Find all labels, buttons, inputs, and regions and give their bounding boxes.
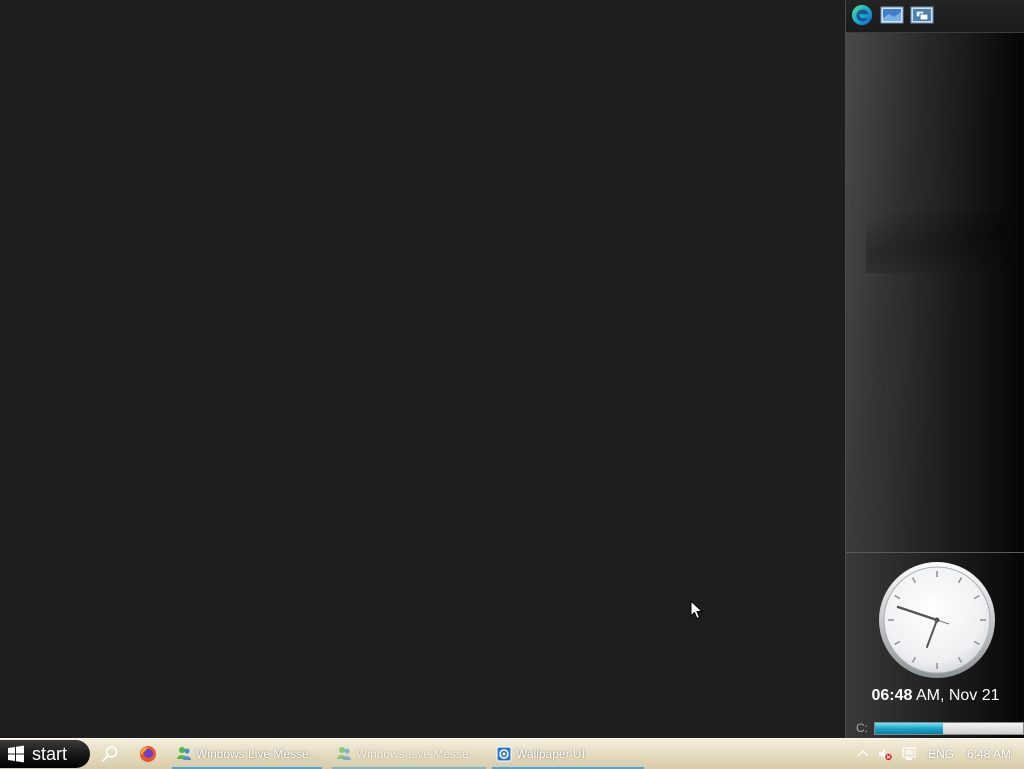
taskbar-task-messenger-2[interactable]: Windows Live Messe... xyxy=(332,741,486,769)
taskbar: start Windows Live Messe... Windows Live… xyxy=(0,738,1024,769)
quick-launch-bar xyxy=(846,0,1024,33)
windows-logo-icon xyxy=(8,745,24,763)
network-icon[interactable] xyxy=(902,747,916,761)
start-button[interactable]: start xyxy=(0,740,90,768)
taskbar-task-wallpaper-ui[interactable]: Wallpaper UI xyxy=(492,741,644,769)
messenger-icon xyxy=(177,747,191,760)
input-language-indicator[interactable]: ENG xyxy=(928,739,954,769)
start-label: start xyxy=(32,744,68,764)
wallpaper-ui-icon xyxy=(496,746,512,762)
switch-windows-icon[interactable] xyxy=(910,4,934,26)
clock-digital-readout: 06:48 AM, Nov 21 xyxy=(846,687,1024,705)
clock-time: 06:48 xyxy=(871,687,913,704)
clock-gadget[interactable] xyxy=(878,561,996,679)
drive-label: C: xyxy=(856,721,868,735)
volume-muted-icon[interactable] xyxy=(878,747,892,761)
task-label: Windows Live Messe... xyxy=(196,747,319,761)
taskbar-task-messenger-1[interactable]: Windows Live Messe... xyxy=(172,741,322,769)
firefox-icon[interactable] xyxy=(139,745,157,763)
drive-usage-fill xyxy=(875,723,944,734)
edge-icon[interactable] xyxy=(850,4,874,26)
drive-meter-gadget[interactable]: C: xyxy=(856,720,1024,736)
show-hidden-icons-icon[interactable] xyxy=(856,747,870,761)
sidebar: 06:48 AM, Nov 21 C: xyxy=(845,0,1024,738)
drive-usage-bar xyxy=(874,722,1024,735)
sidebar-divider xyxy=(846,552,1024,553)
task-label: Windows Live Messe... xyxy=(356,747,479,761)
task-label: Wallpaper UI xyxy=(516,747,585,761)
sidebar-glass-panel xyxy=(846,33,1024,553)
taskbar-clock[interactable]: 6:48 AM xyxy=(967,739,1011,769)
mouse-cursor-icon xyxy=(690,600,704,620)
desktop[interactable] xyxy=(0,0,845,738)
messenger-icon xyxy=(337,747,351,760)
clock-date: AM, Nov 21 xyxy=(912,687,1000,704)
search-icon[interactable] xyxy=(101,745,119,763)
show-desktop-icon[interactable] xyxy=(880,4,904,26)
